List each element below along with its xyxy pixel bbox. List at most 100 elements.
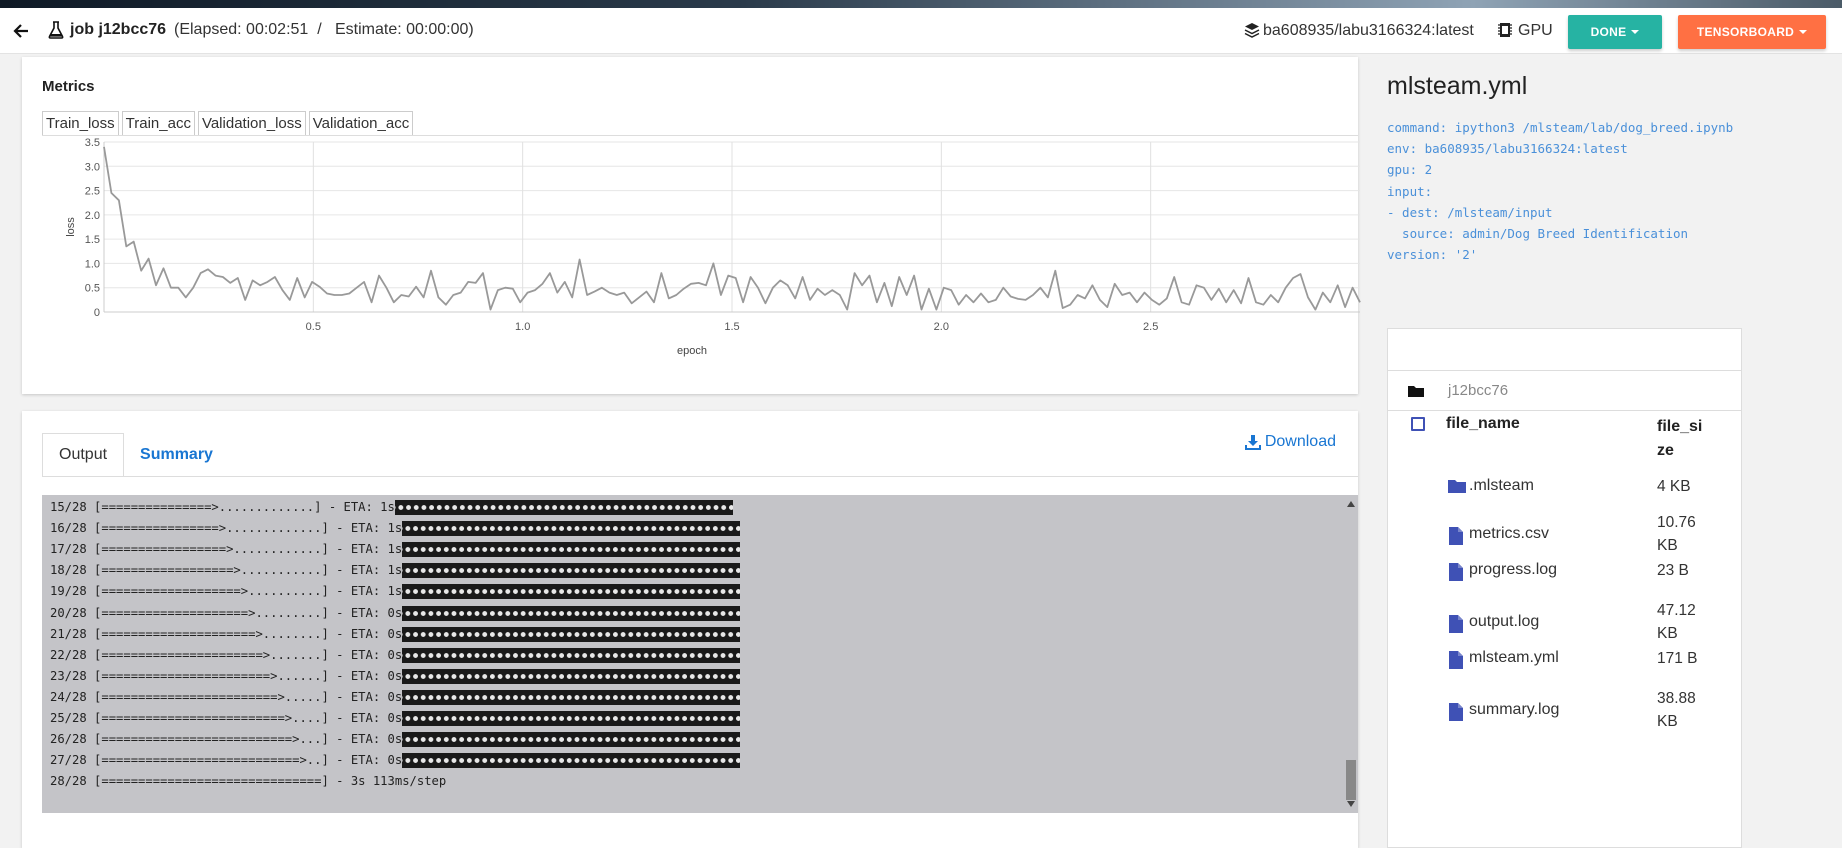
breadcrumb-folder[interactable]: j12bcc76 bbox=[1448, 382, 1508, 399]
yml-title: mlsteam.yml bbox=[1387, 72, 1528, 100]
console-line-text: 22/28 [======================>.......] -… bbox=[50, 647, 403, 662]
y-tick-label: 3.5 bbox=[85, 137, 100, 149]
scroll-up-arrow-icon[interactable] bbox=[1347, 501, 1355, 507]
column-header-file-size[interactable]: file_size bbox=[1657, 415, 1707, 463]
metrics-card: Metrics Train_loss Train_acc Validation_… bbox=[22, 57, 1361, 394]
x-tick-label: 2.0 bbox=[934, 321, 949, 333]
console-line: 20/28 [====================>.........] -… bbox=[50, 602, 741, 623]
metrics-tabs: Train_loss Train_acc Validation_loss Val… bbox=[42, 111, 416, 136]
tensorboard-button[interactable]: TENSORBOARD bbox=[1678, 15, 1826, 49]
console-line: 22/28 [======================>.......] -… bbox=[50, 645, 741, 666]
console-line-text: 16/28 [================>.............] -… bbox=[50, 521, 403, 536]
file-name[interactable]: .mlsteam bbox=[1469, 477, 1534, 495]
console-line: 28/28 [==============================] -… bbox=[50, 771, 740, 792]
y-tick-label: 1.0 bbox=[85, 258, 100, 270]
y-axis-label: loss bbox=[65, 217, 77, 237]
back-arrow-icon[interactable] bbox=[12, 22, 30, 40]
console-line-text: 25/28 [=========================>....] -… bbox=[50, 710, 403, 725]
tab-summary[interactable]: Summary bbox=[124, 433, 229, 477]
console-line: 24/28 [========================>.....] -… bbox=[50, 687, 741, 708]
console-line-text: 20/28 [====================>.........] -… bbox=[50, 605, 403, 620]
console-line-text: 28/28 [==============================] -… bbox=[50, 774, 447, 789]
y-tick-label: 1.5 bbox=[85, 234, 100, 246]
scroll-down-arrow-icon[interactable] bbox=[1347, 801, 1355, 807]
file-browser: j12bcc76 file_name file_size .mlsteam 4 K… bbox=[1387, 328, 1742, 848]
loss-chart: 0 0.5 1.0 1.5 2.0 2.5 3.0 3.5 0.5 1.0 1.5 2.0 2.5 epo… bbox=[65, 137, 1361, 357]
y-tick-label: 2.0 bbox=[85, 210, 100, 222]
output-card: Output Summary Download 15/28 [=========… bbox=[22, 411, 1358, 848]
console-line: 26/28 [==========================>...] -… bbox=[50, 729, 741, 750]
file-name[interactable]: progress.log bbox=[1469, 561, 1557, 579]
gpu-label: GPU bbox=[1518, 22, 1553, 39]
scroll-thumb[interactable] bbox=[1346, 760, 1356, 800]
x-tick-label: 1.5 bbox=[724, 321, 739, 333]
console-line-text: 23/28 [=======================>......] -… bbox=[50, 668, 403, 683]
x-axis-label: epoch bbox=[677, 345, 707, 357]
progress-dots bbox=[402, 605, 741, 621]
column-header-file-name[interactable]: file_name bbox=[1446, 415, 1520, 433]
file-name[interactable]: metrics.csv bbox=[1469, 525, 1549, 543]
file-size: 171 B bbox=[1657, 650, 1698, 667]
file-name[interactable]: summary.log bbox=[1469, 701, 1559, 719]
breadcrumb: j12bcc76 bbox=[1388, 371, 1741, 411]
x-tick-label: 2.5 bbox=[1143, 321, 1158, 333]
progress-dots bbox=[402, 626, 741, 642]
console-line-text: 27/28 [===========================>..] -… bbox=[50, 753, 403, 768]
select-all-checkbox[interactable] bbox=[1411, 417, 1425, 431]
console-scrollbar[interactable] bbox=[1344, 495, 1358, 813]
y-tick-label: 2.5 bbox=[85, 186, 100, 198]
console-line-text: 19/28 [===================>..........] -… bbox=[50, 584, 403, 599]
console-lines: 15/28 [===============>.............] - … bbox=[50, 497, 741, 792]
progress-dots bbox=[402, 668, 741, 684]
tab-train-acc[interactable]: Train_acc bbox=[121, 111, 195, 136]
file-icon bbox=[1449, 703, 1463, 721]
progress-dots bbox=[402, 542, 741, 558]
metrics-title: Metrics bbox=[42, 78, 95, 95]
x-tick-label: 0.5 bbox=[306, 321, 321, 333]
file-size: 10.76 KB bbox=[1657, 514, 1696, 554]
file-browser-toolbar bbox=[1388, 329, 1741, 371]
tab-train-loss[interactable]: Train_loss bbox=[42, 111, 119, 136]
console-output[interactable]: 15/28 [===============>.............] - … bbox=[42, 495, 1358, 813]
tabs-divider bbox=[42, 135, 1358, 136]
console-line: 16/28 [================>.............] -… bbox=[50, 518, 741, 539]
console-line: 18/28 [==================>...........] -… bbox=[50, 560, 741, 581]
console-line: 23/28 [=======================>......] -… bbox=[50, 666, 741, 687]
console-line: 25/28 [=========================>....] -… bbox=[50, 708, 741, 729]
console-line: 17/28 [=================>............] -… bbox=[50, 539, 741, 560]
done-button[interactable]: DONE bbox=[1568, 15, 1662, 49]
progress-dots bbox=[402, 584, 741, 600]
file-icon bbox=[1449, 651, 1463, 669]
output-tabs-divider bbox=[42, 476, 1358, 477]
tensorboard-label: TENSORBOARD bbox=[1696, 25, 1795, 39]
console-line-text: 15/28 [===============>.............] - … bbox=[50, 500, 395, 515]
download-link[interactable]: Download bbox=[1244, 433, 1336, 451]
file-name[interactable]: mlsteam.yml bbox=[1469, 649, 1559, 667]
tab-validation-acc[interactable]: Validation_acc bbox=[308, 111, 414, 136]
progress-dots bbox=[402, 753, 741, 769]
chip-icon bbox=[1498, 23, 1512, 37]
tab-output[interactable]: Output bbox=[42, 433, 125, 477]
file-size: 47.12 KB bbox=[1657, 602, 1696, 642]
progress-dots bbox=[402, 732, 741, 748]
folder-icon bbox=[1408, 386, 1424, 397]
file-size: 4 KB bbox=[1657, 478, 1691, 495]
download-icon bbox=[1244, 435, 1261, 450]
file-name[interactable]: output.log bbox=[1469, 613, 1539, 631]
folder-icon bbox=[1448, 480, 1466, 493]
window-top-strip bbox=[0, 0, 1842, 8]
console-line-text: 17/28 [=================>............] -… bbox=[50, 542, 403, 557]
download-label: Download bbox=[1264, 433, 1336, 450]
caret-down-icon bbox=[1631, 30, 1640, 34]
done-label: DONE bbox=[1590, 25, 1627, 39]
file-size: 23 B bbox=[1657, 562, 1689, 579]
console-line-text: 21/28 [=====================>........] -… bbox=[50, 626, 403, 641]
file-icon bbox=[1449, 615, 1463, 633]
env-name: ba608935/labu3166324:latest bbox=[1263, 22, 1474, 39]
caret-down-icon bbox=[1799, 30, 1808, 34]
progress-dots bbox=[402, 563, 741, 579]
progress-dots bbox=[394, 500, 733, 516]
progress-dots bbox=[402, 647, 741, 663]
layers-icon bbox=[1244, 23, 1260, 38]
tab-validation-loss[interactable]: Validation_loss bbox=[197, 111, 306, 136]
